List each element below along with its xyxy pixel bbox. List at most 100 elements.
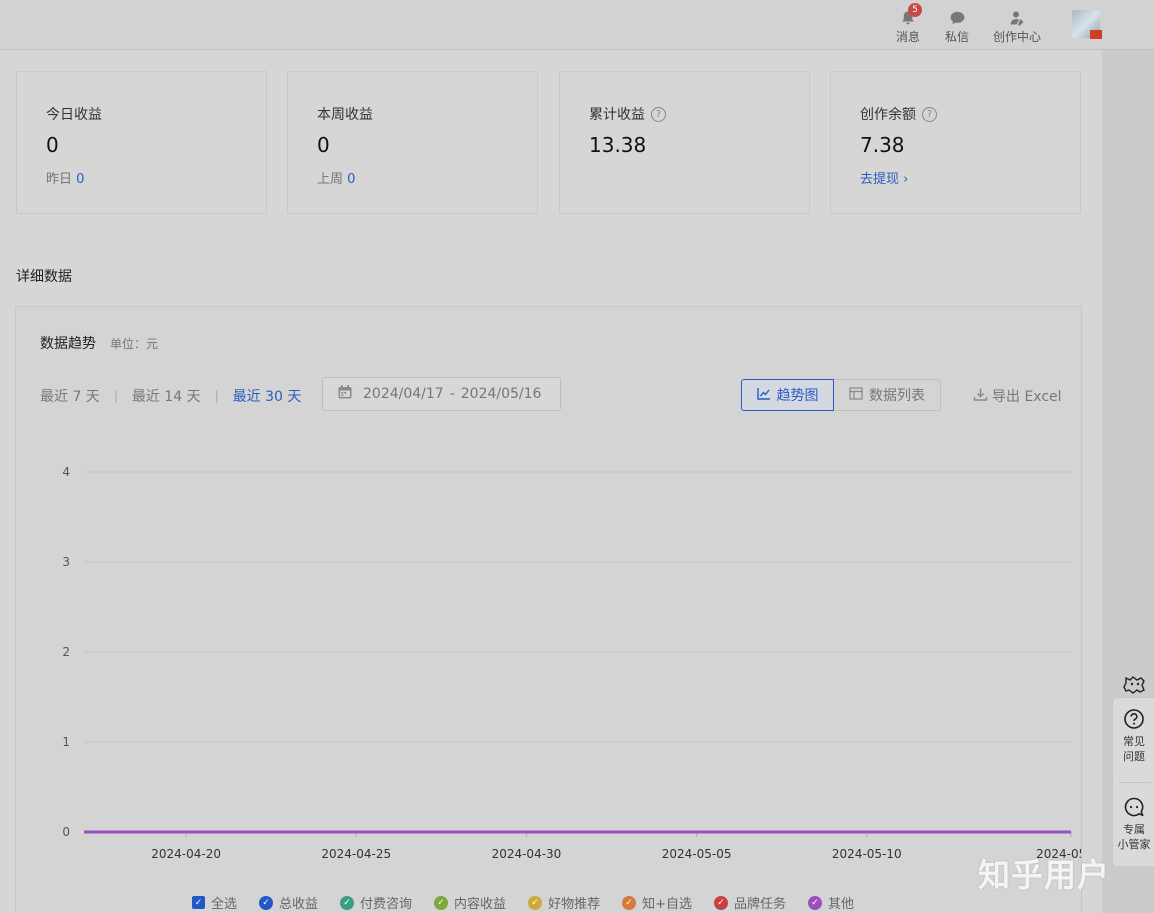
legend-item[interactable]: ✓ 内容收益	[434, 893, 506, 912]
chat-bubble-icon	[946, 8, 968, 28]
legend-label: 好物推荐	[548, 897, 601, 912]
trend-view-label: 趋势图	[776, 388, 819, 404]
butler-line-2: 小管家	[1117, 838, 1151, 851]
list-view-label: 数据列表	[869, 388, 925, 404]
help-icon[interactable]: ?	[922, 106, 937, 122]
card-sub-label: 昨日	[46, 172, 73, 187]
list-view-button[interactable]: 数据列表	[834, 379, 941, 411]
mascot-icon[interactable]	[1122, 672, 1148, 698]
legend-item[interactable]: ✓ 好物推荐	[528, 893, 600, 912]
range-14-days[interactable]: 最近 14 天	[132, 386, 201, 406]
faq-button[interactable]: 常见 问题	[1113, 708, 1154, 764]
creator-center-button[interactable]: 创作中心	[993, 8, 1041, 45]
messages-button[interactable]: 5 消息	[896, 3, 922, 45]
check-circle-icon: ✓	[808, 895, 822, 910]
card-sub-value: 0	[76, 172, 85, 187]
x-tick-label: 2024-05-10	[832, 847, 902, 861]
x-tick-label: 2024-05-05	[662, 847, 732, 861]
date-range-picker[interactable]: 2024/04/17-2024/05/16	[322, 377, 561, 411]
section-title: 详细数据	[16, 269, 72, 285]
creator-label: 创作中心	[993, 30, 1042, 44]
helper-divider	[1119, 782, 1151, 783]
legend-item[interactable]: ✓ 总收益	[259, 893, 318, 912]
trend-view-button[interactable]: 趋势图	[741, 379, 834, 411]
check-circle-icon: ✓	[528, 895, 543, 910]
clipped-header-text	[14, 40, 144, 50]
check-circle-icon: ✓	[622, 895, 637, 910]
card-label: 本周收益	[317, 107, 373, 123]
faq-line-2: 问题	[1123, 750, 1145, 763]
card-label: 累计收益	[589, 107, 645, 123]
y-tick-label: 1	[62, 735, 70, 749]
legend-label: 总收益	[279, 897, 319, 912]
top-bar: 5 消息 私信 创作中心	[0, 0, 1154, 50]
creator-icon	[1006, 8, 1028, 28]
chart-legend: ✓ 全选 ✓ 总收益 ✓ 付费咨询 ✓ 内容收益 ✓ 好物推荐 ✓ 知+自选 ✓ 品牌任务 ✓…	[192, 893, 854, 912]
card-sub-value: 0	[347, 172, 356, 187]
legend-select-all[interactable]: ✓ 全选	[192, 893, 237, 912]
card-label: 创作余额	[860, 107, 916, 123]
help-icon[interactable]: ?	[651, 106, 666, 122]
x-tick-label: 2024-04-25	[321, 847, 391, 861]
side-helper: 常见 问题 专属 小管家	[1112, 697, 1154, 867]
range-divider: |	[113, 389, 118, 403]
card-label: 今日收益	[46, 107, 102, 123]
dm-label: 私信	[945, 30, 970, 44]
legend-item[interactable]: ✓ 知+自选	[622, 893, 692, 912]
messages-label: 消息	[896, 30, 921, 44]
check-circle-icon: ✓	[259, 895, 274, 910]
y-tick-label: 4	[62, 465, 70, 479]
bell-icon: 5	[897, 3, 922, 28]
direct-message-button[interactable]: 私信	[945, 8, 969, 45]
checkbox-icon: ✓	[192, 896, 205, 909]
total-income-card: 累计收益? 13.38	[559, 71, 810, 214]
y-tick-label: 3	[62, 555, 70, 569]
trend-panel: 数据趋势 单位：元 最近 7 天 | 最近 14 天 | 最近 30 天 202…	[15, 306, 1082, 913]
clipped-header-note	[858, 40, 1083, 50]
butler-button[interactable]: 专属 小管家	[1113, 796, 1154, 852]
question-circle-icon	[1123, 708, 1145, 734]
export-label: 导出 Excel	[992, 389, 1062, 405]
legend-label: 付费咨询	[360, 897, 413, 912]
calendar-icon	[337, 384, 353, 404]
panel-title: 数据趋势	[40, 336, 96, 352]
date-start: 2024/04/17	[363, 386, 444, 402]
week-income-card: 本周收益 0 上周 0	[287, 71, 538, 214]
x-tick-label: 2024-04-30	[492, 847, 562, 861]
check-circle-icon: ✓	[434, 895, 449, 910]
range-selector: 最近 7 天 | 最近 14 天 | 最近 30 天	[40, 386, 301, 406]
card-value: 7.38	[860, 133, 905, 157]
faq-line-1: 常见	[1123, 735, 1145, 748]
messages-badge: 5	[908, 3, 922, 17]
download-icon	[973, 387, 988, 406]
legend-item[interactable]: ✓ 其他	[808, 893, 854, 912]
card-value: 0	[317, 133, 330, 157]
panel-unit: 单位：元	[110, 337, 159, 351]
legend-label: 其他	[828, 897, 855, 912]
today-income-card: 今日收益 0 昨日 0	[16, 71, 267, 214]
check-circle-icon: ✓	[340, 895, 355, 910]
legend-item[interactable]: ✓ 品牌任务	[713, 893, 786, 912]
avatar[interactable]	[1072, 10, 1102, 39]
table-icon	[849, 386, 863, 404]
withdraw-link[interactable]: 去提现 ›	[860, 168, 908, 187]
trend-chart: 0 1 2 3 4 2024-04-20 2024-04-25 2024-04-30 2024-…	[62, 465, 1081, 861]
balance-card: 创作余额? 7.38 去提现 ›	[830, 71, 1081, 214]
card-value: 13.38	[589, 133, 647, 157]
legend-label: 内容收益	[454, 897, 507, 912]
card-value: 0	[46, 133, 59, 157]
legend-label: 全选	[211, 897, 238, 912]
check-circle-icon: ✓	[713, 895, 728, 910]
chat-face-icon	[1123, 796, 1145, 822]
legend-label: 品牌任务	[733, 897, 786, 912]
export-excel-button[interactable]: 导出 Excel	[973, 386, 1062, 406]
x-tick-label: 2024-04-20	[151, 847, 221, 861]
card-sub-label: 上周	[317, 172, 344, 187]
flag-icon	[1090, 30, 1102, 39]
range-divider: |	[214, 389, 219, 403]
legend-label: 知+自选	[642, 897, 692, 912]
date-end: 2024/05/16	[460, 386, 542, 402]
range-7-days[interactable]: 最近 7 天	[40, 386, 100, 406]
range-30-days[interactable]: 最近 30 天	[233, 386, 302, 406]
legend-item[interactable]: ✓ 付费咨询	[340, 893, 412, 912]
